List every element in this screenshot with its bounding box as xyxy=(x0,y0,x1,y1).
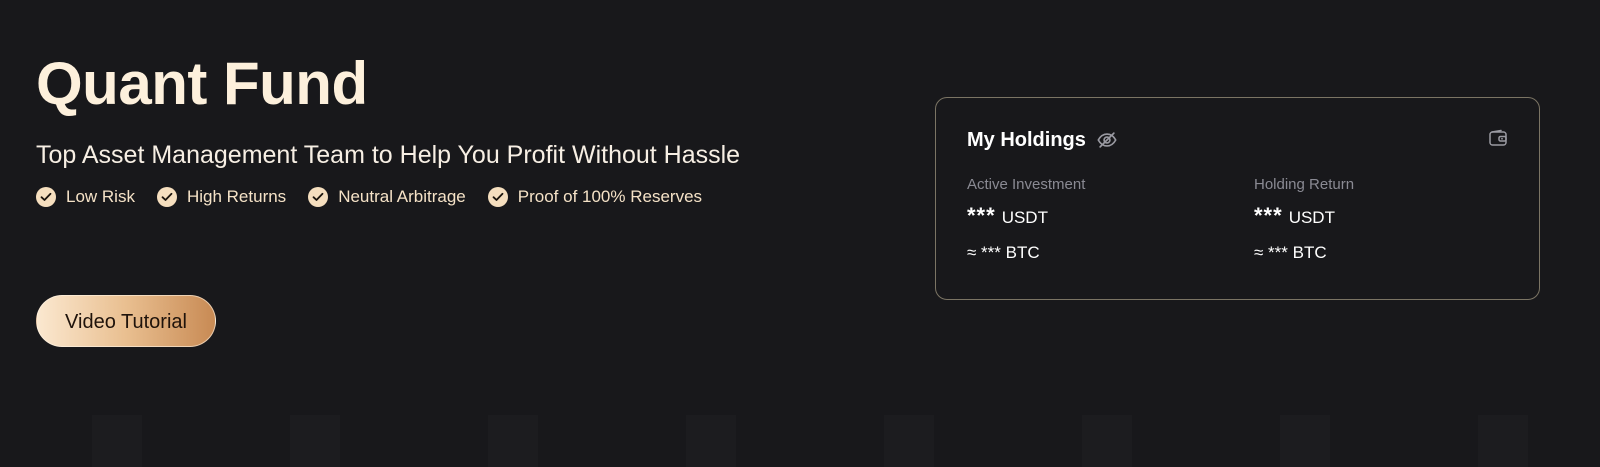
check-circle-icon xyxy=(36,187,56,207)
active-investment-unit: USDT xyxy=(1001,208,1048,227)
feature-item-neutral-arbitrage: Neutral Arbitrage xyxy=(308,186,466,208)
holding-return-value: *** xyxy=(1254,203,1283,228)
background-texture xyxy=(0,415,1600,467)
page: Quant Fund Top Asset Management Team to … xyxy=(0,0,1600,467)
holding-return-btc-approx: ≈ *** BTC xyxy=(1254,243,1327,262)
holding-return-label: Holding Return xyxy=(1254,176,1355,193)
video-tutorial-button[interactable]: Video Tutorial xyxy=(36,295,216,347)
hero-section: Quant Fund Top Asset Management Team to … xyxy=(36,48,740,208)
page-subtitle: Top Asset Management Team to Help You Pr… xyxy=(36,141,741,169)
page-title: Quant Fund xyxy=(36,50,368,117)
feature-item-low-risk: Low Risk xyxy=(36,186,135,208)
holding-return-column: Holding Return *** USDT ≈ *** BTC xyxy=(1254,176,1354,263)
feature-label: High Returns xyxy=(186,187,287,206)
feature-label: Neutral Arbitrage xyxy=(338,187,466,206)
holdings-header: My Holdings xyxy=(967,128,1118,152)
check-circle-icon xyxy=(156,187,177,207)
feature-item-proof-of-reserves: Proof of 100% Reserves xyxy=(487,186,703,208)
check-circle-icon xyxy=(487,187,508,207)
holdings-card: My Holdings Active Investment *** USDT ≈… xyxy=(935,97,1540,300)
feature-label: Low Risk xyxy=(66,187,135,206)
active-investment-value: *** xyxy=(967,203,996,228)
active-investment-column: Active Investment *** USDT ≈ *** BTC xyxy=(967,176,1085,263)
eye-off-icon[interactable] xyxy=(1096,129,1118,151)
holding-return-unit: USDT xyxy=(1288,208,1335,227)
holding-return-amount: *** USDT xyxy=(1254,204,1354,229)
wallet-icon[interactable] xyxy=(1488,128,1508,148)
check-circle-icon xyxy=(308,187,329,207)
active-investment-btc-approx: ≈ *** BTC xyxy=(967,243,1040,262)
feature-item-high-returns: High Returns xyxy=(156,186,287,208)
active-investment-label: Active Investment xyxy=(967,176,1086,193)
active-investment-amount: *** USDT xyxy=(967,204,1085,229)
holdings-title: My Holdings xyxy=(967,129,1086,151)
feature-label: Proof of 100% Reserves xyxy=(517,187,703,206)
feature-list: Low Risk High Returns Neutral Arbitrage … xyxy=(36,186,740,208)
